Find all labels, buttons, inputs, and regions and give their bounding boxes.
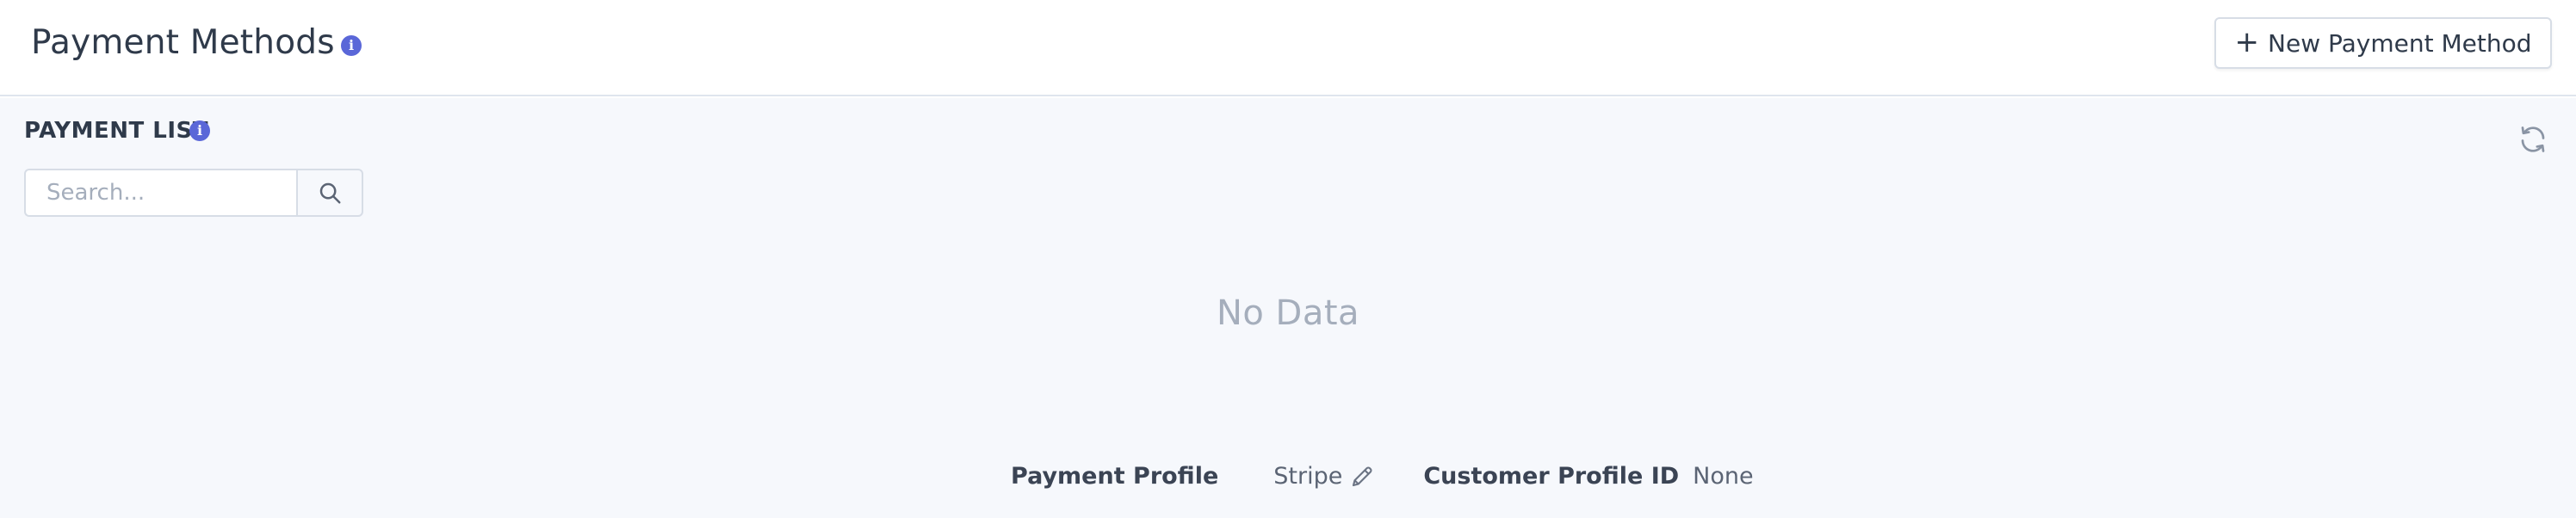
payment-profile-row: Payment Profile Stripe Customer Profile … (1011, 458, 1754, 496)
search-button[interactable] (296, 169, 363, 217)
new-payment-method-button[interactable]: + New Payment Method (2214, 17, 2552, 69)
page-header: Payment Methods i + New Payment Method (0, 0, 2576, 96)
payment-profile-label: Payment Profile (1011, 463, 1219, 490)
new-payment-method-label: New Payment Method (2268, 28, 2532, 58)
customer-profile-id-label: Customer Profile ID (1423, 463, 1680, 490)
search-bar (24, 169, 363, 217)
payment-list-panel: PAYMENT LIST i No Data Payment Profile S… (0, 98, 2576, 518)
customer-profile-id-value: None (1693, 463, 1754, 490)
refresh-icon[interactable] (2517, 124, 2548, 155)
info-icon[interactable]: i (189, 120, 210, 141)
empty-state-text: No Data (1216, 293, 1360, 333)
payment-profile-value: Stripe (1273, 463, 1343, 490)
search-icon (319, 182, 341, 204)
pencil-icon[interactable] (1349, 464, 1375, 490)
search-input[interactable] (24, 169, 296, 217)
plus-icon: + (2234, 24, 2260, 59)
section-title: PAYMENT LIST (24, 118, 209, 144)
page-title: Payment Methods (31, 23, 335, 62)
info-icon[interactable]: i (341, 35, 362, 56)
